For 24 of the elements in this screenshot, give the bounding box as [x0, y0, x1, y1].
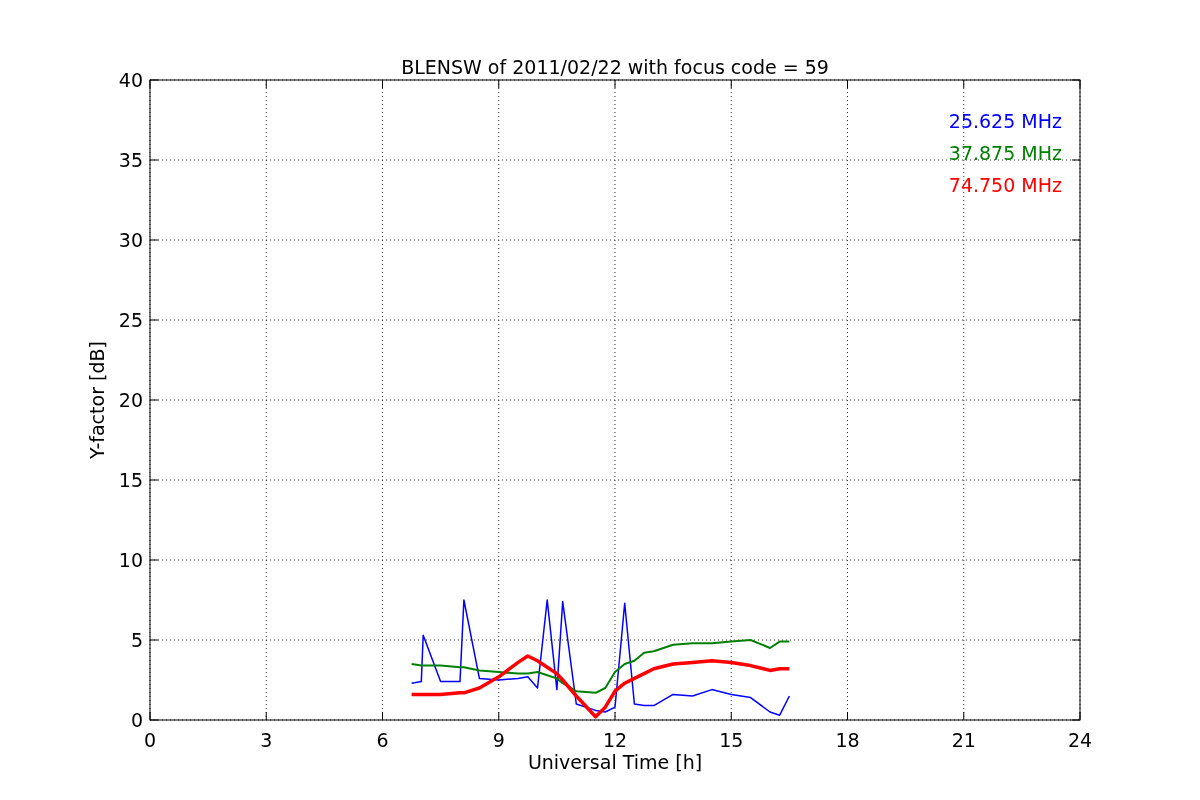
- tick-label: 35: [118, 149, 143, 171]
- axis-label: Y-factor [dB]: [86, 341, 108, 459]
- tick-label: 20: [118, 389, 143, 411]
- tick-label: 18: [835, 729, 860, 751]
- legend-label: 25.625 MHz: [948, 110, 1062, 132]
- tick-label: 21: [951, 729, 976, 751]
- legend-label: 74.750 MHz: [948, 174, 1062, 196]
- tick-label: 6: [376, 729, 389, 751]
- tick-label: 5: [130, 629, 143, 651]
- axis-label: Universal Time [h]: [527, 751, 703, 773]
- tick-label: 10: [118, 549, 143, 571]
- legend-label: 37.875 MHz: [948, 142, 1062, 164]
- tick-label: 3: [260, 729, 273, 751]
- tick-label: 24: [1067, 729, 1093, 751]
- tick-label: 25: [118, 309, 143, 331]
- tick-label: 9: [492, 729, 505, 751]
- tick-label: 15: [118, 469, 143, 491]
- tick-label: 15: [719, 729, 744, 751]
- tick-label: 40: [118, 69, 143, 91]
- tick-label: 12: [602, 729, 628, 751]
- tick-label: 0: [143, 729, 157, 751]
- tick-label: 30: [118, 229, 143, 251]
- chart-title: BLENSW of 2011/02/22 with focus code = 59: [401, 56, 829, 78]
- tick-label: 0: [130, 709, 143, 731]
